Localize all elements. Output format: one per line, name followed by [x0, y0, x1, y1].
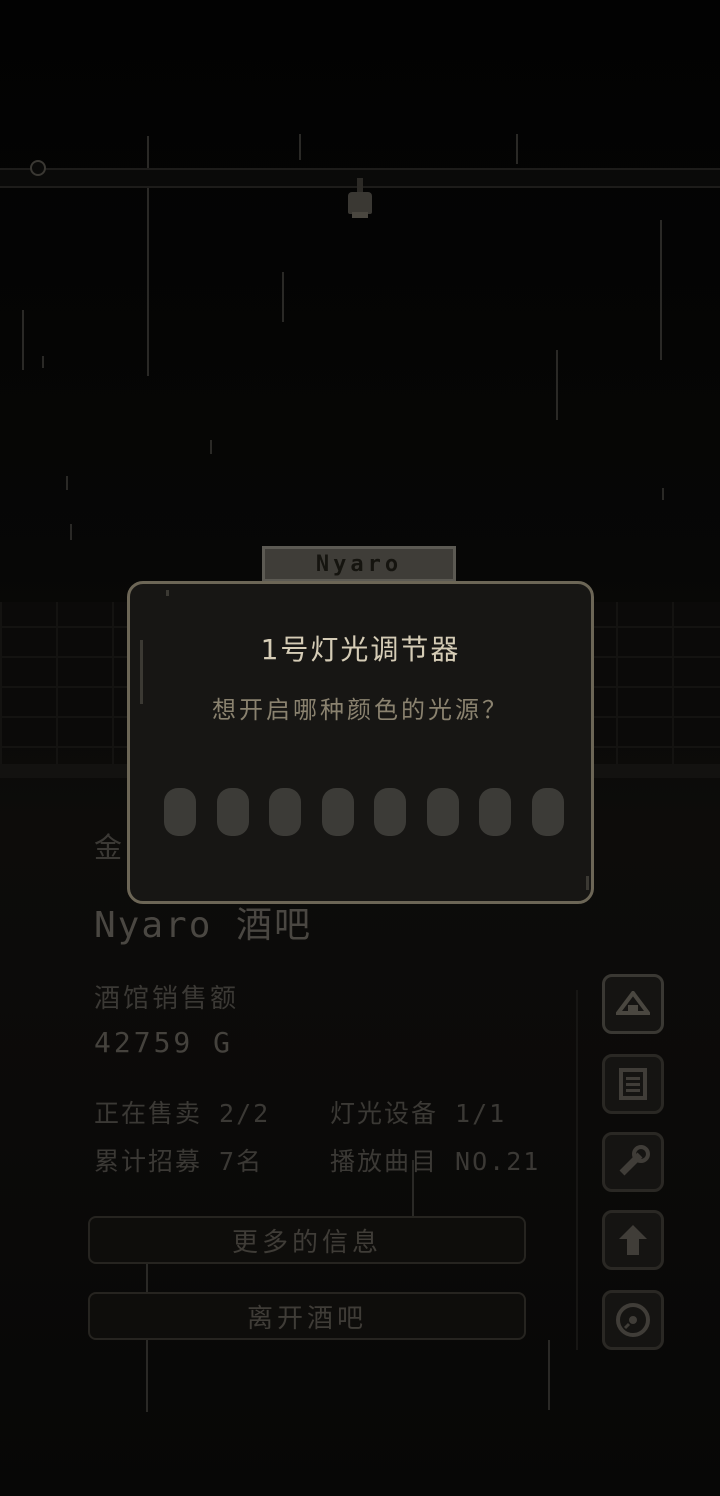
upgrade-arrow-icon [619, 1225, 647, 1255]
dialog-question: 想开启哪种颜色的光源？ [212, 696, 509, 724]
menu-card-button[interactable] [602, 1054, 664, 1114]
hanger-button[interactable] [602, 974, 664, 1034]
music-button[interactable] [602, 1290, 664, 1350]
color-option-2[interactable] [216, 788, 249, 836]
color-options [164, 788, 564, 836]
light-controller-dialog: 1号灯光调节器 想开启哪种颜色的光源？ [127, 581, 594, 904]
more-info-button[interactable]: 更多的信息 [88, 1216, 526, 1264]
wrench-button[interactable] [602, 1132, 664, 1192]
vinyl-record-icon [616, 1303, 650, 1337]
stat-selling: 正在售卖 2/2 [94, 1099, 271, 1128]
color-option-3[interactable] [269, 788, 302, 836]
color-option-8[interactable] [531, 788, 564, 836]
game-screen: Nyaro 金 Nyaro 酒吧 酒馆销售额 42759 G 正在售卖 2/2 … [0, 0, 720, 1496]
color-option-1[interactable] [164, 788, 196, 836]
sales-label: 酒馆销售额 [94, 984, 240, 1014]
wrench-icon [619, 1145, 650, 1176]
sales-value: 42759 G [94, 1026, 234, 1059]
panel-divider [576, 990, 578, 1350]
color-option-6[interactable] [426, 788, 459, 836]
leave-bar-button[interactable]: 离开酒吧 [88, 1292, 526, 1340]
stat-recruited: 累计招募 7名 [94, 1147, 264, 1176]
upgrade-button[interactable] [602, 1210, 664, 1270]
dialog-decor-tick [586, 876, 589, 890]
hanger-icon [616, 991, 650, 1015]
menu-card-icon [619, 1068, 647, 1100]
stat-lights: 灯光设备 1/1 [330, 1099, 507, 1128]
stat-track: 播放曲目 NO.21 [330, 1147, 541, 1176]
gold-label: 金 [94, 831, 123, 864]
color-option-5[interactable] [374, 788, 407, 836]
dialog-decor-tick [166, 590, 169, 596]
color-option-7[interactable] [479, 788, 512, 836]
color-option-4[interactable] [321, 788, 354, 836]
dialog-title: 1号灯光调节器 [260, 633, 461, 666]
